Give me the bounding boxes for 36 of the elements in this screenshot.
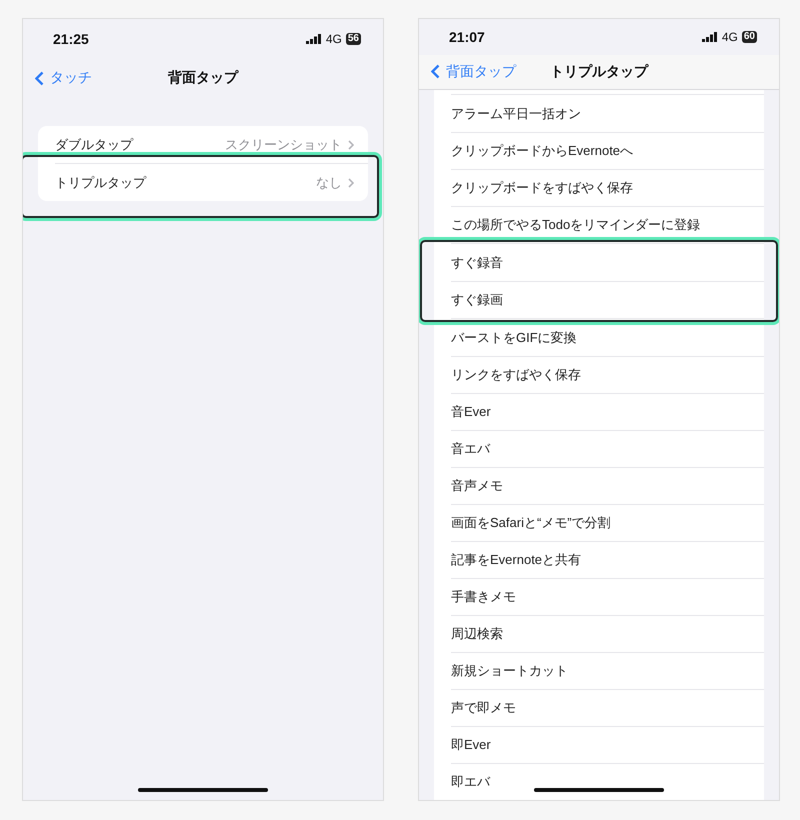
list-item[interactable]: 新規ショートカット [451, 652, 764, 689]
list-item[interactable]: アラーム平日一括オン [451, 95, 764, 132]
list-item[interactable]: 記事をEvernoteと共有 [451, 541, 764, 578]
list-item[interactable]: 声で即メモ [451, 689, 764, 726]
network-label: 4G [722, 30, 738, 44]
list-item[interactable]: クリップボードからEvernoteへ [451, 132, 764, 169]
list-item[interactable]: 即Ever [451, 726, 764, 763]
chevron-right-icon [348, 140, 354, 150]
signal-icon [702, 32, 718, 42]
nav-title: トリプルタップ [550, 62, 648, 81]
list-item[interactable]: この場所でやるTodoをリマインダーに登録 [451, 206, 764, 243]
list-item[interactable]: 画面をSafariと“メモ”で分割 [451, 504, 764, 541]
battery-level: 56 [346, 33, 361, 45]
status-time: 21:07 [449, 28, 485, 45]
chevron-left-icon [35, 70, 44, 86]
network-label: 4G [326, 32, 342, 46]
chevron-right-icon [348, 178, 354, 188]
list-item[interactable]: クリップボードをすばやく保存 [451, 169, 764, 206]
chevron-left-icon [431, 64, 440, 80]
status-time: 21:25 [53, 31, 89, 47]
nav-title: 背面タップ [168, 69, 238, 87]
signal-icon [306, 34, 322, 44]
list-item[interactable]: すぐ録音 [451, 244, 764, 281]
list-item[interactable]: 音声メモ [451, 467, 764, 504]
list-item[interactable]: 手書きメモ [451, 578, 764, 615]
back-button[interactable]: 背面タップ [431, 60, 516, 84]
list-item[interactable]: すぐ録画 [451, 281, 764, 318]
list-item[interactable]: 音エバ [451, 430, 764, 467]
list-item[interactable]: 音Ever [451, 393, 764, 430]
list-item[interactable]: リンクをすばやく保存 [451, 356, 764, 393]
list-item[interactable]: バーストをGIFに変換 [451, 319, 764, 356]
list-item[interactable]: ダブルタップ スクリーンショット [55, 126, 368, 163]
battery-level: 60 [742, 30, 757, 43]
back-button[interactable]: タッチ [35, 66, 92, 90]
list-item[interactable]: トリプルタップ なし [55, 164, 368, 201]
list-item[interactable]: 周辺検索 [451, 615, 764, 652]
